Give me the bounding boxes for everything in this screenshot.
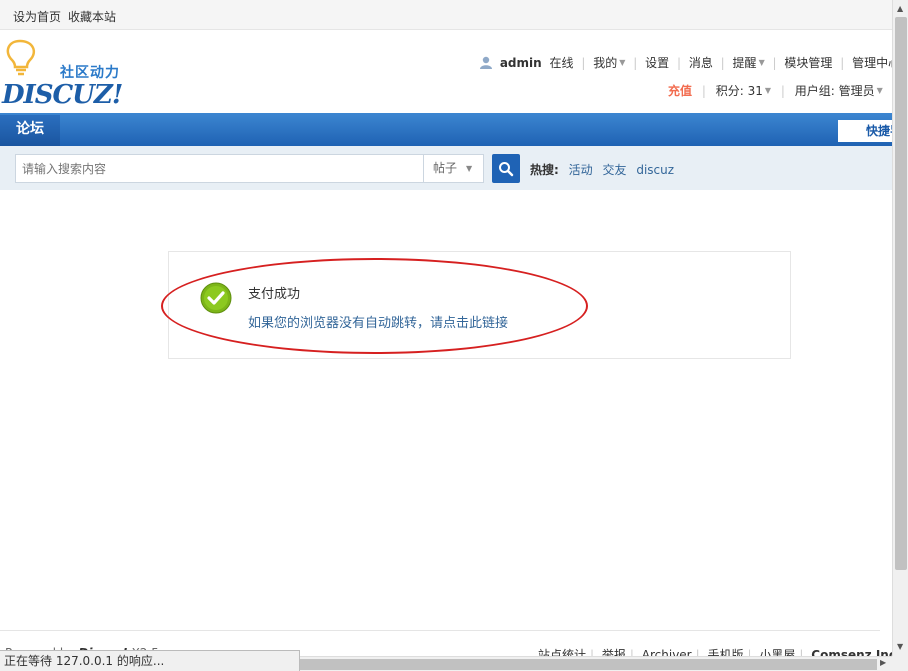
search-input[interactable] xyxy=(15,154,424,183)
divider: | xyxy=(780,83,785,98)
chevron-down-icon: ▼ xyxy=(764,86,772,95)
search-button[interactable] xyxy=(492,154,520,183)
user-icon xyxy=(480,56,492,69)
scroll-thumb[interactable] xyxy=(300,659,877,670)
horizontal-scrollbar[interactable]: ▶ xyxy=(300,656,892,671)
usergroup-link[interactable]: 用户组: 管理员 xyxy=(795,82,875,99)
chevron-down-icon: ▼ xyxy=(466,164,473,173)
divider: | xyxy=(701,83,706,98)
main-nav: 论坛 快捷导航 xyxy=(0,113,892,146)
menu-my[interactable]: 我的 xyxy=(593,54,617,71)
menu-module-manage[interactable]: 模块管理 xyxy=(784,54,832,71)
user-menu: admin 在线 | 我的 ▼ | 设置 | 消息 | 提醒 ▼ | 模块管理 | … xyxy=(480,54,908,70)
divider: | xyxy=(581,55,586,70)
hot-search-label: 热搜: xyxy=(530,163,559,177)
set-home-link[interactable]: 设为首页 xyxy=(13,8,61,25)
logo-brand: DISCUZ! xyxy=(2,80,123,110)
divider: | xyxy=(720,55,725,70)
logo-slogan: 社区动力 xyxy=(60,65,120,81)
status-bar: 正在等待 127.0.0.1 的响应... xyxy=(0,650,300,671)
search-bar: 帖子 ▼ 热搜: 活动 交友 discuz xyxy=(0,146,892,190)
divider: | xyxy=(840,55,845,70)
scrollbar-corner xyxy=(892,656,908,671)
recharge-link[interactable]: 充值 xyxy=(668,82,692,99)
divider: | xyxy=(676,55,681,70)
annotation-ellipse xyxy=(161,258,588,354)
chevron-down-icon: ▼ xyxy=(758,58,765,67)
menu-settings[interactable]: 设置 xyxy=(645,54,669,71)
tab-forum[interactable]: 论坛 xyxy=(0,115,60,146)
divider: | xyxy=(772,55,777,70)
online-status[interactable]: 在线 xyxy=(550,54,574,71)
chevron-down-icon: ▼ xyxy=(876,86,883,95)
bulb-icon xyxy=(6,39,36,76)
hot-search-item[interactable]: 活动 xyxy=(569,163,593,177)
chevron-down-icon: ▼ xyxy=(619,58,626,67)
hot-search: 热搜: 活动 交友 discuz xyxy=(530,161,680,178)
scroll-down-icon[interactable]: ▼ xyxy=(897,642,903,651)
scroll-right-icon[interactable]: ▶ xyxy=(880,658,886,667)
vertical-scrollbar[interactable]: ▲ ▼ xyxy=(892,0,908,656)
username-link[interactable]: admin xyxy=(500,56,542,70)
site-logo[interactable]: 社区动力 DISCUZ! xyxy=(0,38,140,110)
hot-search-item[interactable]: discuz xyxy=(636,163,674,177)
header: 社区动力 DISCUZ! admin 在线 | 我的 ▼ | 设置 | 消息 | … xyxy=(0,30,908,113)
search-type-select[interactable]: 帖子 ▼ xyxy=(423,154,484,183)
menu-messages[interactable]: 消息 xyxy=(689,54,713,71)
menu-reminders[interactable]: 提醒 xyxy=(733,54,757,71)
top-bar: 设为首页 收藏本站 xyxy=(0,0,892,30)
search-icon xyxy=(499,162,514,177)
scroll-thumb[interactable] xyxy=(895,17,907,570)
divider: | xyxy=(633,55,638,70)
quick-nav-button[interactable]: 快捷导航 xyxy=(838,120,892,142)
user-stats: 充值 | 积分: 31 ▼ | 用户组: 管理员 ▼ xyxy=(668,82,883,99)
hot-search-item[interactable]: 交友 xyxy=(602,163,626,177)
points-link[interactable]: 积分: 31 xyxy=(716,82,763,99)
bookmark-link[interactable]: 收藏本站 xyxy=(68,8,116,25)
search-type-value: 帖子 xyxy=(433,161,458,175)
scroll-up-icon[interactable]: ▲ xyxy=(897,4,903,13)
